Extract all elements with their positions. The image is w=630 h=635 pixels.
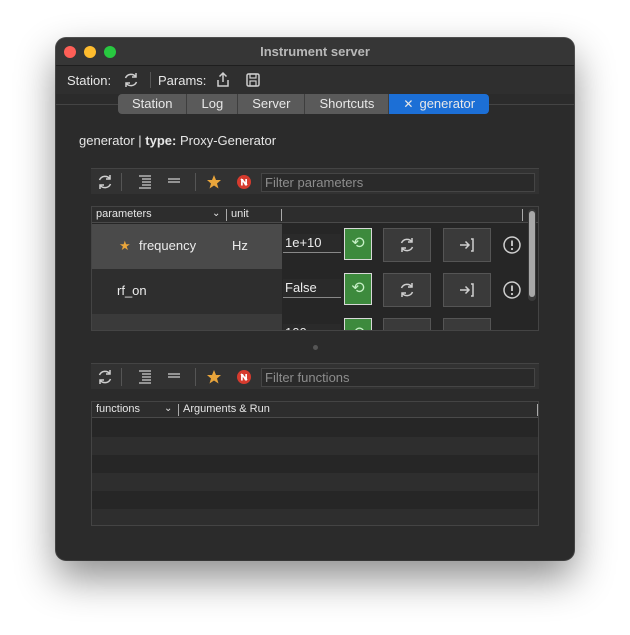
type-label: type:: [145, 133, 177, 148]
column-unit[interactable]: unit: [231, 208, 249, 220]
list-item: [92, 437, 538, 455]
table-row[interactable]: ★ frequency Hz: [92, 224, 282, 269]
tab-bar: Station Log Server Shortcuts ✕ generator: [118, 94, 490, 114]
tab-generator-label: generator: [419, 96, 476, 111]
tab-shortcuts[interactable]: Shortcuts: [305, 94, 390, 114]
functions-table: functions ⌄ Arguments & Run: [91, 401, 539, 526]
list-item: [92, 491, 538, 509]
tab-log[interactable]: Log: [187, 94, 239, 114]
column-parameters[interactable]: parameters: [96, 208, 152, 220]
parameter-unit: Hz: [232, 238, 248, 253]
apply-icon[interactable]: [443, 228, 491, 262]
svg-text:N: N: [240, 374, 248, 384]
parameter-value-input[interactable]: False: [283, 279, 341, 298]
title-bar: Instrument server: [56, 38, 574, 66]
table-row[interactable]: rf_on: [92, 269, 282, 314]
functions-toolbar: N Filter functions: [91, 363, 539, 389]
window-title: Instrument server: [260, 44, 370, 59]
collapse-icon[interactable]: [164, 172, 184, 192]
filter-parameters-input[interactable]: Filter parameters: [261, 173, 535, 192]
star-icon[interactable]: ★: [119, 238, 131, 254]
params-label: Params:: [158, 73, 207, 88]
parameter-value-input[interactable]: 100: [283, 324, 341, 330]
instrument-heading: generator | type: Proxy-Generator: [79, 133, 276, 148]
parameter-name: frequency: [139, 238, 197, 253]
warning-icon[interactable]: [502, 235, 522, 255]
parameters-toolbar: N Filter parameters: [91, 168, 539, 194]
set-value-button[interactable]: ⟲: [344, 273, 372, 305]
instrument-name: generator: [79, 133, 135, 148]
apply-button[interactable]: [443, 318, 491, 330]
toolbar-divider: [121, 368, 122, 386]
column-divider: [226, 209, 227, 221]
close-icon[interactable]: ✕: [403, 94, 413, 114]
list-item: [92, 509, 538, 525]
column-divider: [281, 209, 282, 221]
collapse-icon[interactable]: [164, 367, 184, 387]
toolbar-divider: [150, 72, 151, 88]
parameter-name: rf_on: [117, 283, 147, 298]
upload-icon[interactable]: [213, 70, 233, 90]
trash-icon[interactable]: N: [234, 172, 254, 192]
refresh-icon[interactable]: [383, 228, 431, 262]
set-value-button[interactable]: ⟲: [344, 318, 372, 330]
chevron-down-icon[interactable]: ⌄: [212, 208, 220, 219]
toolbar-divider: [121, 173, 122, 191]
tab-server[interactable]: Server: [238, 94, 306, 114]
save-icon[interactable]: [243, 70, 263, 90]
table-row[interactable]: [92, 314, 282, 330]
column-functions[interactable]: functions: [96, 403, 140, 415]
apply-icon[interactable]: [443, 273, 491, 307]
star-icon[interactable]: [204, 367, 224, 387]
main-toolbar: Station: Params:: [56, 66, 574, 94]
trash-icon[interactable]: N: [234, 367, 254, 387]
toolbar-divider: [195, 368, 196, 386]
refresh-button[interactable]: [383, 318, 431, 330]
parameter-value-input[interactable]: 1e+10: [283, 234, 341, 253]
app-window: Instrument server Station: Params: Stati…: [56, 38, 574, 560]
type-value: Proxy-Generator: [179, 133, 277, 148]
column-divider: [178, 404, 179, 416]
list-item: [92, 473, 538, 491]
splitter-handle[interactable]: [313, 345, 318, 350]
tab-station[interactable]: Station: [118, 94, 188, 114]
parameters-table: parameters ⌄ unit ★ frequency Hz 1e+10 ⟲…: [91, 206, 539, 331]
star-icon[interactable]: [204, 172, 224, 192]
warning-icon[interactable]: [502, 280, 522, 300]
tab-generator[interactable]: ✕ generator: [389, 94, 490, 114]
expand-icon[interactable]: [135, 172, 155, 192]
column-divider: [522, 209, 523, 221]
refresh-icon[interactable]: [95, 367, 115, 387]
filter-functions-input[interactable]: Filter functions: [261, 368, 535, 387]
list-item: [92, 419, 538, 437]
set-value-button[interactable]: ⟲: [344, 228, 372, 260]
refresh-icon[interactable]: [95, 172, 115, 192]
station-label: Station:: [67, 73, 112, 88]
column-divider: [537, 404, 538, 416]
svg-text:N: N: [240, 179, 248, 189]
column-arguments-run[interactable]: Arguments & Run: [183, 403, 270, 415]
functions-table-header: functions ⌄ Arguments & Run: [92, 402, 538, 418]
refresh-icon[interactable]: [383, 273, 431, 307]
expand-icon[interactable]: [135, 367, 155, 387]
parameters-scroll-thumb[interactable]: [529, 211, 535, 297]
list-item: [92, 455, 538, 473]
parameters-table-header: parameters ⌄ unit: [92, 207, 538, 223]
chevron-down-icon[interactable]: ⌄: [164, 403, 172, 414]
toolbar-divider: [195, 173, 196, 191]
refresh-icon[interactable]: [121, 70, 141, 90]
